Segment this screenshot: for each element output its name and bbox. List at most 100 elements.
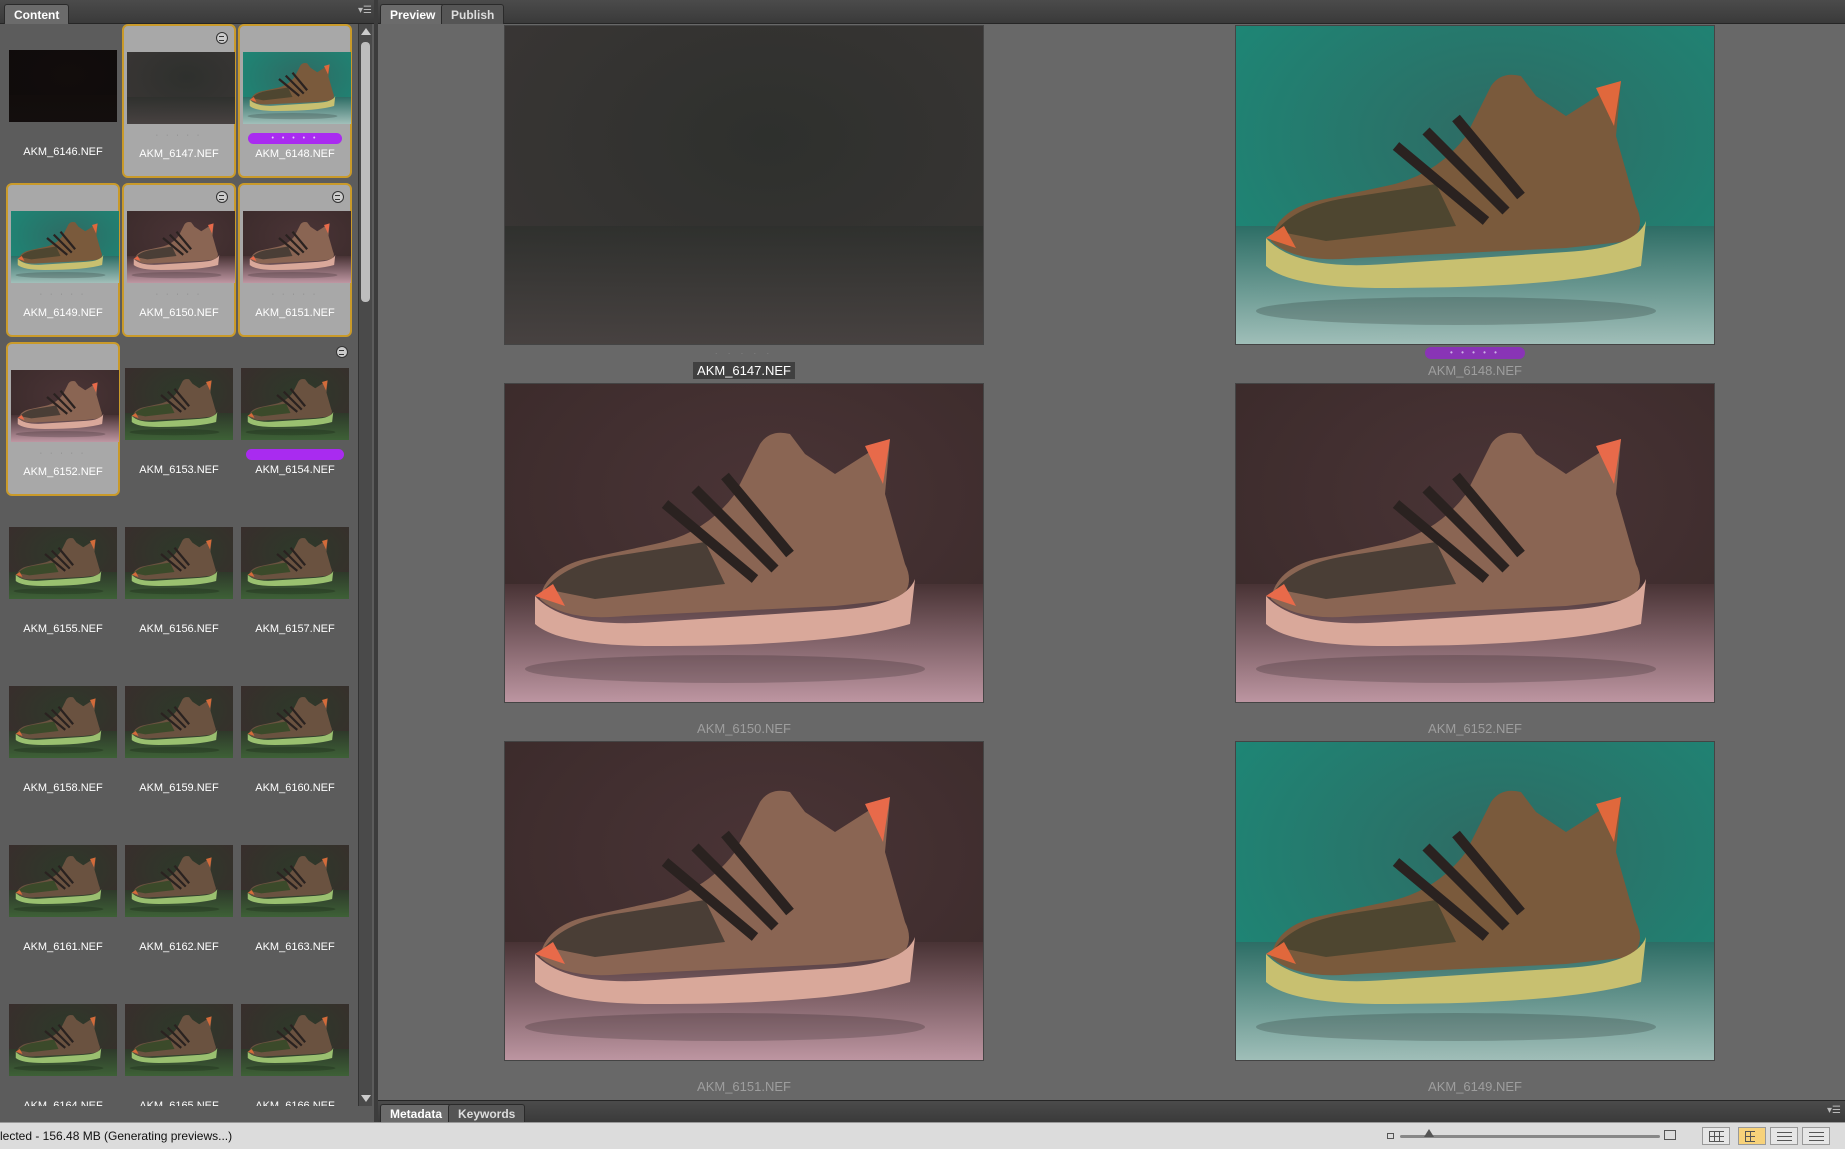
- thumbnail-filename: AKM_6164.NEF: [23, 1100, 103, 1106]
- thumbnail-image-art: [241, 368, 349, 440]
- thumbnail-image[interactable]: [125, 527, 233, 599]
- color-label-purple[interactable]: • • • • •: [248, 133, 342, 144]
- thumbnail-image-art: [11, 370, 119, 442]
- view-grid-button[interactable]: [1702, 1127, 1730, 1145]
- zoom-in-icon[interactable]: [1664, 1130, 1676, 1140]
- thumbnail-item[interactable]: AKM_6154.NEF: [238, 342, 352, 496]
- thumbnail-item[interactable]: · · · · · AKM_6150.NEF: [122, 183, 236, 337]
- thumbnail-item[interactable]: AKM_6155.NEF: [6, 501, 120, 655]
- thumbnail-image[interactable]: [125, 368, 233, 440]
- status-text: lected - 156.48 MB (Generating previews.…: [0, 1129, 233, 1143]
- thumbnail-item[interactable]: AKM_6159.NEF: [122, 660, 236, 814]
- sync-settings-icon[interactable]: [216, 191, 228, 203]
- thumbnail-item[interactable]: · · · · · AKM_6149.NEF: [6, 183, 120, 337]
- preview-image[interactable]: [504, 25, 984, 345]
- thumbnail-item[interactable]: · · · · · AKM_6152.NEF: [6, 342, 120, 496]
- thumbnail-image[interactable]: [125, 686, 233, 758]
- thumbnail-item[interactable]: AKM_6165.NEF: [122, 978, 236, 1106]
- metadata-menu-icon[interactable]: ▾☰: [1827, 1106, 1841, 1116]
- rating-stars[interactable]: · · · · ·: [240, 291, 350, 303]
- thumbnail-item[interactable]: AKM_6164.NEF: [6, 978, 120, 1106]
- thumbnail-image[interactable]: [241, 686, 349, 758]
- thumbnail-item[interactable]: AKM_6156.NEF: [122, 501, 236, 655]
- thumbnail-image[interactable]: [243, 211, 351, 283]
- preview-filename: AKM_6151.NEF: [504, 1079, 984, 1094]
- thumbnail-filename: AKM_6147.NEF: [139, 148, 219, 160]
- color-label-purple[interactable]: • • • • •: [1425, 347, 1525, 359]
- view-list-button[interactable]: [1802, 1127, 1830, 1145]
- rating-stars[interactable]: · · · · ·: [504, 349, 984, 358]
- thumbnail-image[interactable]: [9, 527, 117, 599]
- rating-stars[interactable]: · · · · ·: [124, 291, 234, 303]
- scroll-down-icon[interactable]: [361, 1095, 371, 1102]
- thumbnail-filename: AKM_6154.NEF: [255, 464, 335, 476]
- thumbnail-image[interactable]: [241, 368, 349, 440]
- preview-image[interactable]: [504, 741, 984, 1061]
- rating-stars[interactable]: · · · · ·: [8, 450, 118, 462]
- thumbnail-image-art: [241, 686, 349, 758]
- content-tabbar: Content ▾☰: [0, 0, 376, 24]
- view-thumbs-details-button[interactable]: [1738, 1127, 1766, 1145]
- preview-image[interactable]: [1235, 741, 1715, 1061]
- rating-stars[interactable]: · · · · ·: [124, 132, 234, 144]
- thumbnail-item[interactable]: AKM_6166.NEF: [238, 978, 352, 1106]
- preview-image[interactable]: [1235, 25, 1715, 345]
- thumbnail-image-art: [125, 1004, 233, 1076]
- preview-image[interactable]: [1235, 383, 1715, 703]
- thumbnail-image[interactable]: [243, 52, 351, 124]
- thumbnail-filename: AKM_6165.NEF: [139, 1100, 219, 1106]
- zoom-slider[interactable]: [1400, 1129, 1660, 1138]
- scroll-thumb[interactable]: [361, 42, 370, 302]
- thumbnail-filename: AKM_6153.NEF: [139, 464, 219, 476]
- thumbnail-image[interactable]: [9, 1004, 117, 1076]
- preview-filename-text: AKM_6150.NEF: [697, 721, 791, 736]
- thumbnail-item[interactable]: AKM_6146.NEF: [6, 24, 120, 178]
- zoom-slider-knob[interactable]: [1423, 1129, 1434, 1137]
- thumbnail-item[interactable]: AKM_6153.NEF: [122, 342, 236, 496]
- tab-content[interactable]: Content: [4, 4, 70, 24]
- thumbnail-image[interactable]: [127, 52, 235, 124]
- preview-image-art: [1236, 26, 1714, 344]
- color-label-purple[interactable]: [246, 449, 344, 460]
- tab-publish[interactable]: Publish: [441, 4, 505, 24]
- preview-filename-text: AKM_6152.NEF: [1428, 721, 1522, 736]
- thumbnail-image[interactable]: [127, 211, 235, 283]
- thumbnail-item[interactable]: AKM_6162.NEF: [122, 819, 236, 973]
- thumbnail-image[interactable]: [9, 686, 117, 758]
- tab-keywords[interactable]: Keywords: [448, 1104, 526, 1123]
- sync-settings-icon[interactable]: [332, 191, 344, 203]
- thumbnail-image[interactable]: [241, 845, 349, 917]
- sync-settings-icon[interactable]: [216, 32, 228, 44]
- content-scrollbar[interactable]: [358, 24, 372, 1106]
- thumbnail-image[interactable]: [11, 370, 119, 442]
- preview-image-art: [1236, 384, 1714, 702]
- thumbnail-filename: AKM_6156.NEF: [139, 623, 219, 635]
- thumbnail-image[interactable]: [241, 527, 349, 599]
- view-filmstrip-button[interactable]: [1770, 1127, 1798, 1145]
- rating-stars[interactable]: · · · · ·: [8, 291, 118, 303]
- thumbnail-image[interactable]: [9, 50, 117, 122]
- zoom-out-icon[interactable]: [1387, 1133, 1394, 1139]
- thumbnail-image[interactable]: [11, 211, 119, 283]
- preview-filename: AKM_6147.NEF: [504, 362, 984, 379]
- thumbnail-item[interactable]: · · · · · AKM_6151.NEF: [238, 183, 352, 337]
- thumbnail-filename: AKM_6148.NEF: [255, 148, 335, 160]
- thumbnail-item[interactable]: • • • • • AKM_6148.NEF: [238, 24, 352, 178]
- thumbnail-image[interactable]: [125, 845, 233, 917]
- preview-image[interactable]: [504, 383, 984, 703]
- thumbnail-item[interactable]: AKM_6160.NEF: [238, 660, 352, 814]
- thumbnail-image[interactable]: [241, 1004, 349, 1076]
- sync-settings-icon[interactable]: [336, 346, 348, 358]
- thumbnail-filename: AKM_6149.NEF: [23, 307, 103, 319]
- thumbnail-item[interactable]: AKM_6161.NEF: [6, 819, 120, 973]
- thumbnail-item[interactable]: · · · · · AKM_6147.NEF: [122, 24, 236, 178]
- thumbnail-image[interactable]: [125, 1004, 233, 1076]
- tab-preview[interactable]: Preview: [380, 4, 446, 24]
- thumbnail-image[interactable]: [9, 845, 117, 917]
- thumbnail-item[interactable]: AKM_6163.NEF: [238, 819, 352, 973]
- scroll-up-icon[interactable]: [361, 28, 371, 35]
- tab-metadata[interactable]: Metadata: [380, 1104, 453, 1123]
- thumbnail-item[interactable]: AKM_6157.NEF: [238, 501, 352, 655]
- thumbnail-item[interactable]: AKM_6158.NEF: [6, 660, 120, 814]
- panel-menu-icon[interactable]: ▾☰: [358, 6, 372, 16]
